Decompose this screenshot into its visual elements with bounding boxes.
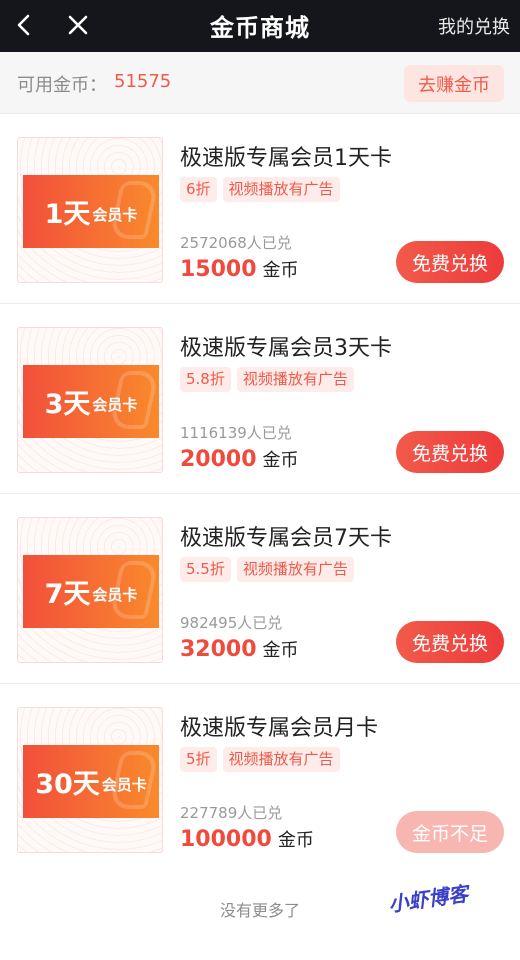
- membership-card-graphic: 3天 会员卡: [23, 365, 160, 438]
- list-item[interactable]: 3天 会员卡 极速版专属会员3天卡 5.8折 视频播放有广告 1116139人已…: [0, 304, 520, 494]
- coin-unit: 金币: [262, 450, 299, 471]
- tag-group: 5折 视频播放有广告: [180, 747, 340, 772]
- card-member-label: 会员卡: [101, 776, 147, 794]
- coin-price: 100000: [180, 827, 272, 852]
- ad-notice-tag: 视频播放有广告: [222, 747, 340, 772]
- ad-notice-tag: 视频播放有广告: [236, 557, 354, 582]
- card-days-label: 3天: [44, 389, 91, 420]
- card-days-label: 7天: [44, 579, 91, 610]
- membership-card-graphic: 1天 会员卡: [23, 175, 160, 248]
- coin-price: 20000: [180, 447, 257, 472]
- price-row: 100000 金币: [180, 826, 314, 852]
- tag-group: 5.5折 视频播放有广告: [180, 557, 354, 582]
- list-item[interactable]: 1天 会员卡 极速版专属会员1天卡 6折 视频播放有广告 2572068人已兑 …: [0, 114, 520, 304]
- redeemed-count: 227789人已兑: [180, 804, 283, 822]
- ad-notice-tag: 视频播放有广告: [236, 367, 354, 392]
- redeemed-count: 982495人已兑: [180, 614, 283, 632]
- balance-label: 可用金币：: [17, 75, 107, 96]
- list-item[interactable]: 30天 会员卡 极速版专属会员月卡 5折 视频播放有广告 227789人已兑 1…: [0, 684, 520, 874]
- redeemed-count: 2572068人已兑: [180, 234, 292, 252]
- top-navigation-bar: 金币商城 我的兑换: [0, 0, 520, 52]
- card-member-label: 会员卡: [92, 206, 138, 224]
- coin-balance-bar: 可用金币： 51575 去赚金币: [0, 52, 520, 114]
- coin-price: 32000: [180, 637, 257, 662]
- product-image: 1天 会员卡: [17, 137, 163, 283]
- item-title: 极速版专属会员3天卡: [180, 336, 392, 361]
- coin-unit: 金币: [262, 260, 299, 281]
- balance-value: 51575: [114, 71, 172, 92]
- card-days-label: 30天: [35, 769, 100, 800]
- tag-group: 5.8折 视频播放有广告: [180, 367, 354, 392]
- product-image: 7天 会员卡: [17, 517, 163, 663]
- discount-tag: 5.5折: [180, 557, 231, 582]
- membership-card-graphic: 30天 会员卡: [23, 745, 160, 818]
- price-row: 32000 金币: [180, 636, 299, 662]
- coin-unit: 金币: [262, 640, 299, 661]
- redeemed-count: 1116139人已兑: [180, 424, 292, 442]
- card-days-label: 1天: [44, 199, 91, 230]
- card-member-label: 会员卡: [92, 586, 138, 604]
- earn-coins-button[interactable]: 去赚金币: [404, 65, 504, 102]
- item-title: 极速版专属会员1天卡: [180, 146, 392, 171]
- coin-price: 15000: [180, 257, 257, 282]
- item-title: 极速版专属会员月卡: [180, 716, 379, 741]
- price-row: 15000 金币: [180, 256, 299, 282]
- my-exchanges-link[interactable]: 我的兑换: [438, 13, 510, 39]
- coin-unit: 金币: [277, 830, 314, 851]
- price-row: 20000 金币: [180, 446, 299, 472]
- tag-group: 6折 视频播放有广告: [180, 177, 340, 202]
- redeem-button[interactable]: 免费兑换: [396, 621, 504, 663]
- ad-notice-tag: 视频播放有广告: [222, 177, 340, 202]
- redeem-button[interactable]: 免费兑换: [396, 431, 504, 473]
- card-member-label: 会员卡: [92, 396, 138, 414]
- product-image: 30天 会员卡: [17, 707, 163, 853]
- discount-tag: 5折: [180, 747, 217, 772]
- list-item[interactable]: 7天 会员卡 极速版专属会员7天卡 5.5折 视频播放有广告 982495人已兑…: [0, 494, 520, 684]
- discount-tag: 5.8折: [180, 367, 231, 392]
- discount-tag: 6折: [180, 177, 217, 202]
- membership-card-graphic: 7天 会员卡: [23, 555, 160, 628]
- item-title: 极速版专属会员7天卡: [180, 526, 392, 551]
- product-image: 3天 会员卡: [17, 327, 163, 473]
- product-list: 1天 会员卡 极速版专属会员1天卡 6折 视频播放有广告 2572068人已兑 …: [0, 114, 520, 874]
- redeem-button[interactable]: 免费兑换: [396, 241, 504, 283]
- insufficient-coins-button[interactable]: 金币不足: [396, 811, 504, 853]
